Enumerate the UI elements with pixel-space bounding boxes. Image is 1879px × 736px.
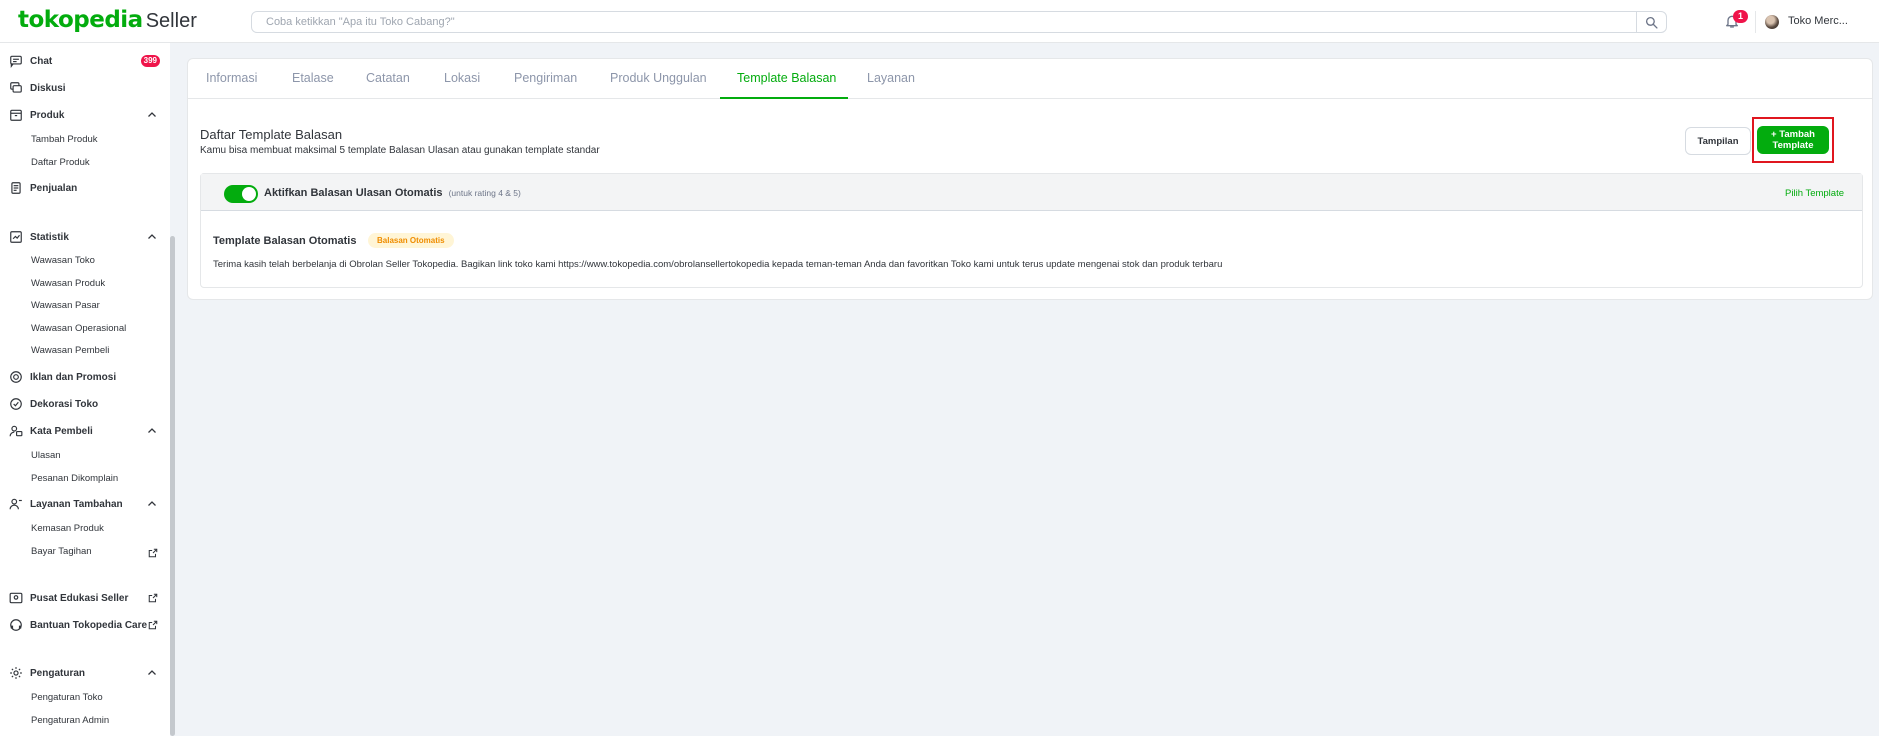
- sidebar-item-chat[interactable]: Chat 399: [8, 52, 160, 70]
- search-input[interactable]: [252, 12, 1632, 32]
- chat-icon: [8, 53, 24, 69]
- template-badge: Balasan Otomatis: [368, 233, 454, 248]
- search-bar: [251, 11, 1667, 33]
- sidebar-item-label: Penjualan: [30, 182, 78, 194]
- tab-catatan[interactable]: Catatan: [366, 71, 410, 85]
- logo-sub-text: Seller: [145, 10, 197, 32]
- chevron-up-icon: [148, 428, 156, 433]
- sidebar-item-kata-pembeli[interactable]: Kata Pembeli: [8, 422, 158, 440]
- auto-reply-title: Aktifkan Balasan Ulasan Otomatis (untuk …: [264, 187, 521, 199]
- template-name: Template Balasan Otomatis: [213, 235, 357, 247]
- logo-main-text: tokopedia: [18, 7, 143, 33]
- tab-layanan[interactable]: Layanan: [867, 71, 915, 85]
- sidebar-subitem-pengaturan-admin[interactable]: Pengaturan Admin: [31, 714, 109, 728]
- tab-produk-unggulan[interactable]: Produk Unggulan: [610, 71, 707, 85]
- auto-reply-toggle[interactable]: [224, 185, 258, 203]
- sidebar-item-label: Chat: [30, 55, 53, 67]
- sidebar-item-produk[interactable]: Produk: [8, 106, 158, 124]
- settings-tabs: Informasi Etalase Catatan Lokasi Pengiri…: [188, 59, 1872, 99]
- pilih-template-link[interactable]: Pilih Template: [1785, 188, 1844, 199]
- tampilan-button[interactable]: Tampilan: [1685, 127, 1751, 155]
- search-button[interactable]: [1636, 11, 1666, 33]
- sidebar-item-label: Pengaturan: [30, 667, 86, 679]
- external-link-icon: [148, 620, 158, 630]
- sidebar-subitem-wawasan-toko[interactable]: Wawasan Toko: [31, 254, 95, 268]
- chevron-up-icon: [148, 501, 156, 506]
- sidebar-item-label: Produk: [30, 109, 65, 121]
- discussion-icon: [8, 80, 24, 96]
- sidebar-item-diskusi[interactable]: Diskusi: [8, 79, 158, 97]
- sidebar-item-iklan-promosi[interactable]: Iklan dan Promosi: [8, 368, 158, 386]
- help-icon: [8, 617, 24, 633]
- tokopedia-seller-logo[interactable]: tokopedia Seller: [18, 7, 197, 33]
- sidebar-item-statistik[interactable]: Statistik: [8, 228, 158, 246]
- template-text: Terima kasih telah berbelanja di Obrolan…: [213, 259, 1223, 270]
- sidebar-item-label: Layanan Tambahan: [30, 498, 123, 510]
- sidebar-subitem-pengaturan-toko[interactable]: Pengaturan Toko: [31, 691, 103, 705]
- sidebar-item-pengaturan[interactable]: Pengaturan: [8, 664, 158, 682]
- auto-reply-note: (untuk rating 4 & 5): [448, 188, 521, 198]
- sidebar-item-label: Statistik: [30, 231, 69, 243]
- search-icon: [1645, 16, 1658, 29]
- tab-template-balasan[interactable]: Template Balasan: [737, 71, 836, 85]
- chart-icon: [8, 229, 24, 245]
- notification-badge: 1: [1733, 10, 1748, 23]
- chevron-up-icon: [148, 670, 156, 675]
- external-link-icon: [148, 548, 158, 558]
- sidebar-item-penjualan[interactable]: Penjualan: [8, 179, 158, 197]
- decoration-icon: [8, 396, 24, 412]
- settings-card: Informasi Etalase Catatan Lokasi Pengiri…: [187, 58, 1873, 300]
- sidebar-item-label: Diskusi: [30, 82, 66, 94]
- sidebar-subitem-wawasan-pasar[interactable]: Wawasan Pasar: [31, 299, 100, 313]
- sidebar-subitem-ulasan[interactable]: Ulasan: [31, 449, 61, 463]
- auto-reply-header: Aktifkan Balasan Ulasan Otomatis (untuk …: [201, 174, 1862, 211]
- avatar[interactable]: [1765, 15, 1779, 29]
- sidebar-subitem-kemasan-produk[interactable]: Kemasan Produk: [31, 522, 104, 536]
- sidebar-item-pusat-edukasi[interactable]: Pusat Edukasi Seller: [8, 589, 158, 607]
- add-template-button[interactable]: + Tambah Template: [1757, 126, 1829, 154]
- chevron-up-icon: [148, 234, 156, 239]
- header-divider: [1755, 11, 1756, 33]
- sidebar-item-layanan-tambahan[interactable]: Layanan Tambahan: [8, 495, 158, 513]
- sidebar-item-label: Iklan dan Promosi: [30, 371, 117, 383]
- sidebar-item-label: Dekorasi Toko: [30, 398, 99, 410]
- section-title: Daftar Template Balasan: [200, 127, 343, 142]
- sidebar-subitem-tambah-produk[interactable]: Tambah Produk: [31, 133, 98, 147]
- section-description: Kamu bisa membuat maksimal 5 template Ba…: [200, 145, 600, 156]
- chat-count-badge: 399: [140, 55, 160, 67]
- sidebar-item-dekorasi-toko[interactable]: Dekorasi Toko: [8, 395, 158, 413]
- gear-icon: [8, 665, 24, 681]
- chevron-up-icon: [148, 112, 156, 117]
- receipt-icon: [8, 180, 24, 196]
- shop-name-menu[interactable]: Toko Merc...: [1788, 15, 1848, 27]
- review-icon: [8, 423, 24, 439]
- top-header: tokopedia Seller 1 Toko Merc...: [0, 0, 1879, 43]
- sidebar-subitem-bayar-tagihan[interactable]: Bayar Tagihan: [31, 545, 92, 559]
- sidebar-subitem-wawasan-pembeli[interactable]: Wawasan Pembeli: [31, 344, 109, 358]
- sidebar-subitem-daftar-produk[interactable]: Daftar Produk: [31, 156, 90, 170]
- tab-pengiriman[interactable]: Pengiriman: [514, 71, 577, 85]
- service-icon: [8, 496, 24, 512]
- sidebar-item-label: Bantuan Tokopedia Care: [30, 619, 148, 631]
- tab-etalase[interactable]: Etalase: [292, 71, 334, 85]
- tab-informasi[interactable]: Informasi: [206, 71, 257, 85]
- education-icon: [8, 590, 24, 606]
- box-icon: [8, 107, 24, 123]
- sidebar-subitem-wawasan-operasional[interactable]: Wawasan Operasional: [31, 322, 126, 336]
- auto-reply-title-text: Aktifkan Balasan Ulasan Otomatis: [264, 187, 443, 199]
- sidebar-item-label: Kata Pembeli: [30, 425, 93, 437]
- sidebar-item-bantuan[interactable]: Bantuan Tokopedia Care: [8, 616, 158, 634]
- external-link-icon: [148, 593, 158, 603]
- promotion-icon: [8, 369, 24, 385]
- sidebar-scrollbar[interactable]: [170, 236, 175, 736]
- sidebar-subitem-wawasan-produk[interactable]: Wawasan Produk: [31, 277, 105, 291]
- auto-reply-panel: Aktifkan Balasan Ulasan Otomatis (untuk …: [200, 173, 1863, 288]
- tab-lokasi[interactable]: Lokasi: [444, 71, 480, 85]
- sidebar-subitem-pesanan-dikomplain[interactable]: Pesanan Dikomplain: [31, 472, 118, 486]
- sidebar: Chat 399 Diskusi Produk Tambah Produk Da…: [0, 43, 170, 736]
- sidebar-item-label: Pusat Edukasi Seller: [30, 592, 129, 604]
- active-tab-indicator: [720, 97, 848, 99]
